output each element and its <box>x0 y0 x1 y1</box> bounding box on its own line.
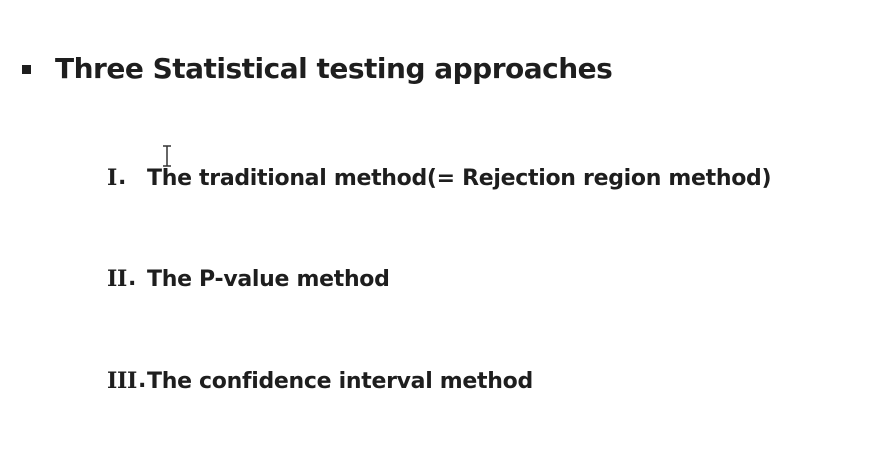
item-numeral: II <box>107 266 127 292</box>
item-numeral-box: III. <box>107 368 147 394</box>
list-item-2: II. The P-value method <box>107 266 390 292</box>
numeral-dot: . <box>137 368 147 393</box>
item-numeral-box: I. <box>107 165 147 191</box>
numeral-dot: . <box>118 165 127 190</box>
square-bullet-icon <box>22 65 31 74</box>
list-item-3: III. The confidence interval method <box>107 368 533 394</box>
list-item-1: I. The traditional method(= Rejection re… <box>107 165 772 191</box>
slide: Three Statistical testing approaches I. … <box>0 0 882 468</box>
numeral-dot: . <box>127 266 137 291</box>
item-numeral: I <box>107 165 117 191</box>
slide-heading: Three Statistical testing approaches <box>55 52 613 85</box>
item-numeral-box: II. <box>107 266 147 292</box>
heading-row: Three Statistical testing approaches <box>22 52 613 85</box>
item-text: The traditional method(= Rejection regio… <box>147 166 772 191</box>
item-numeral: III <box>107 368 137 394</box>
item-text: The confidence interval method <box>147 369 533 394</box>
text-cursor-icon <box>163 145 171 167</box>
item-text: The P-value method <box>147 267 390 292</box>
